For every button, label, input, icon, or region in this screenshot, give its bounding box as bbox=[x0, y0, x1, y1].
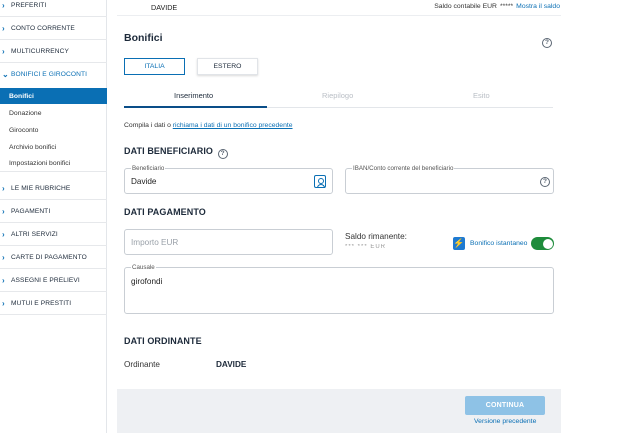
sidebar-item-multicurrency[interactable]: › MULTICURRENCY bbox=[0, 40, 107, 63]
step-esito: Esito bbox=[473, 91, 490, 100]
remaining-balance-label: Saldo rimanente: bbox=[345, 232, 407, 241]
continue-button[interactable]: CONTINUA bbox=[465, 396, 545, 415]
sidebar-item-pagamenti[interactable]: › PAGAMENTI bbox=[0, 200, 107, 223]
instant-transfer-label: Bonifico istantaneo bbox=[470, 240, 528, 247]
step-inserimento: Inserimento bbox=[174, 91, 214, 100]
help-icon[interactable]: ? bbox=[540, 177, 550, 187]
amount-placeholder: Importo EUR bbox=[131, 238, 179, 247]
sidebar-item-label: CARTE DI PAGAMENTO bbox=[11, 253, 87, 261]
sidebar-item-preferiti[interactable]: › PREFERITI bbox=[0, 0, 107, 17]
footer-bar: CONTINUA Versione precedente bbox=[117, 389, 561, 433]
sidebar-subitem-giroconto[interactable]: Giroconto bbox=[0, 122, 107, 138]
show-balance-link[interactable]: Mostra il saldo bbox=[516, 3, 560, 10]
sidebar-item-label: ASSEGNI E PRELIEVI bbox=[11, 276, 80, 284]
section-ordinante: DATI ORDINANTE bbox=[124, 336, 202, 346]
main-panel: Bonifici ? ITALIA ESTERO Inserimento Rie… bbox=[117, 16, 561, 389]
instant-transfer-toggle[interactable] bbox=[531, 237, 554, 250]
tab-italia[interactable]: ITALIA bbox=[124, 58, 185, 75]
chevron-right-icon: › bbox=[2, 23, 5, 33]
sidebar-item-label: ALTRI SERVIZI bbox=[11, 230, 58, 238]
sidebar-item-altri-servizi[interactable]: › ALTRI SERVIZI bbox=[0, 223, 107, 246]
sidebar-item-rubriche[interactable]: › LE MIE RUBRICHE bbox=[0, 177, 107, 200]
amount-input[interactable]: Importo EUR bbox=[124, 229, 333, 255]
tab-estero[interactable]: ESTERO bbox=[197, 58, 258, 75]
sidebar-subitem-bonifici[interactable]: Bonifici bbox=[0, 88, 107, 104]
balance-info: Saldo contabile EUR ***** Mostra il saldo bbox=[434, 3, 560, 10]
sidebar-item-label: LE MIE RUBRICHE bbox=[11, 184, 71, 192]
sidebar-subitem-impostazioni[interactable]: Impostazioni bonifici bbox=[0, 156, 107, 172]
chevron-right-icon: › bbox=[2, 252, 5, 262]
causale-value: girofondi bbox=[131, 277, 163, 286]
sidebar-item-bonifici-giroconti[interactable]: ⌄ BONIFICI E GIROCONTI bbox=[0, 63, 107, 86]
chevron-right-icon: › bbox=[2, 275, 5, 285]
recall-text: Compila i dati o richiama i dati di un b… bbox=[124, 122, 293, 129]
chevron-right-icon: › bbox=[2, 183, 5, 193]
chevron-right-icon: › bbox=[2, 298, 5, 308]
balance-masked: ***** bbox=[499, 3, 514, 10]
sidebar-nav: › PREFERITI › CONTO CORRENTE › MULTICURR… bbox=[0, 0, 107, 433]
section-beneficiario: DATI BENEFICIARIO ? bbox=[124, 146, 228, 159]
sidebar-subitem-archivio[interactable]: Archivio bonifici bbox=[0, 139, 107, 155]
chevron-right-icon: › bbox=[2, 46, 5, 56]
sidebar-item-label: BONIFICI E GIROCONTI bbox=[11, 71, 87, 78]
sidebar-item-label: MUTUI E PRESTITI bbox=[11, 299, 72, 307]
causale-field[interactable]: Causale girofondi bbox=[124, 264, 554, 314]
recall-link[interactable]: richiama i dati di un bonifico precedent… bbox=[173, 122, 293, 129]
sidebar-item-label: PREFERITI bbox=[11, 1, 47, 9]
sidebar-item-label: MULTICURRENCY bbox=[11, 47, 69, 55]
sidebar-subitem-donazione[interactable]: Donazione bbox=[0, 105, 107, 121]
step-progress-bar bbox=[124, 106, 267, 108]
balance-label: Saldo contabile EUR bbox=[434, 3, 497, 10]
help-icon[interactable]: ? bbox=[217, 149, 228, 159]
sidebar-item-label: PAGAMENTI bbox=[11, 207, 51, 215]
toggle-knob bbox=[542, 238, 553, 249]
remaining-balance-value: *** *** EUR bbox=[345, 244, 387, 248]
help-icon[interactable]: ? bbox=[542, 38, 552, 48]
iban-field[interactable]: IBAN/Conto corrente del beneficiario ? bbox=[345, 165, 554, 194]
page-title: Bonifici bbox=[124, 32, 163, 44]
sidebar-item-mutui[interactable]: › MUTUI E PRESTITI bbox=[0, 292, 107, 315]
field-label: Beneficiario bbox=[131, 165, 166, 172]
sidebar-item-carte[interactable]: › CARTE DI PAGAMENTO bbox=[0, 246, 107, 269]
sidebar-item-label: CONTO CORRENTE bbox=[11, 24, 75, 32]
ordinante-value: DAVIDE bbox=[216, 360, 247, 369]
sidebar-item-assegni[interactable]: › ASSEGNI E PRELIEVI bbox=[0, 269, 107, 292]
ordinante-label: Ordinante bbox=[124, 360, 160, 369]
recall-prefix: Compila i dati o bbox=[124, 122, 171, 129]
previous-version-link[interactable]: Versione precedente bbox=[474, 418, 536, 425]
lightning-icon: ⚡ bbox=[453, 237, 465, 250]
step-riepilogo: Riepilogo bbox=[322, 91, 354, 100]
address-book-icon[interactable] bbox=[314, 175, 326, 188]
stepper: Inserimento Riepilogo Esito bbox=[124, 86, 553, 108]
field-label: Causale bbox=[131, 264, 156, 271]
sidebar-item-conto-corrente[interactable]: › CONTO CORRENTE bbox=[0, 17, 107, 40]
top-bar: DAVIDE Saldo contabile EUR ***** Mostra il… bbox=[117, 0, 561, 16]
beneficiary-value: Davide bbox=[131, 177, 157, 186]
beneficiary-field[interactable]: Beneficiario Davide bbox=[124, 165, 333, 194]
chevron-down-icon: ⌄ bbox=[2, 70, 9, 79]
field-label: IBAN/Conto corrente del beneficiario bbox=[352, 165, 455, 172]
chevron-right-icon: › bbox=[2, 206, 5, 216]
section-pagamento: DATI PAGAMENTO bbox=[124, 207, 206, 217]
chevron-right-icon: › bbox=[2, 229, 5, 239]
section-title: DATI BENEFICIARIO bbox=[124, 146, 214, 156]
user-name: DAVIDE bbox=[151, 3, 178, 12]
chevron-right-icon: › bbox=[2, 0, 5, 10]
